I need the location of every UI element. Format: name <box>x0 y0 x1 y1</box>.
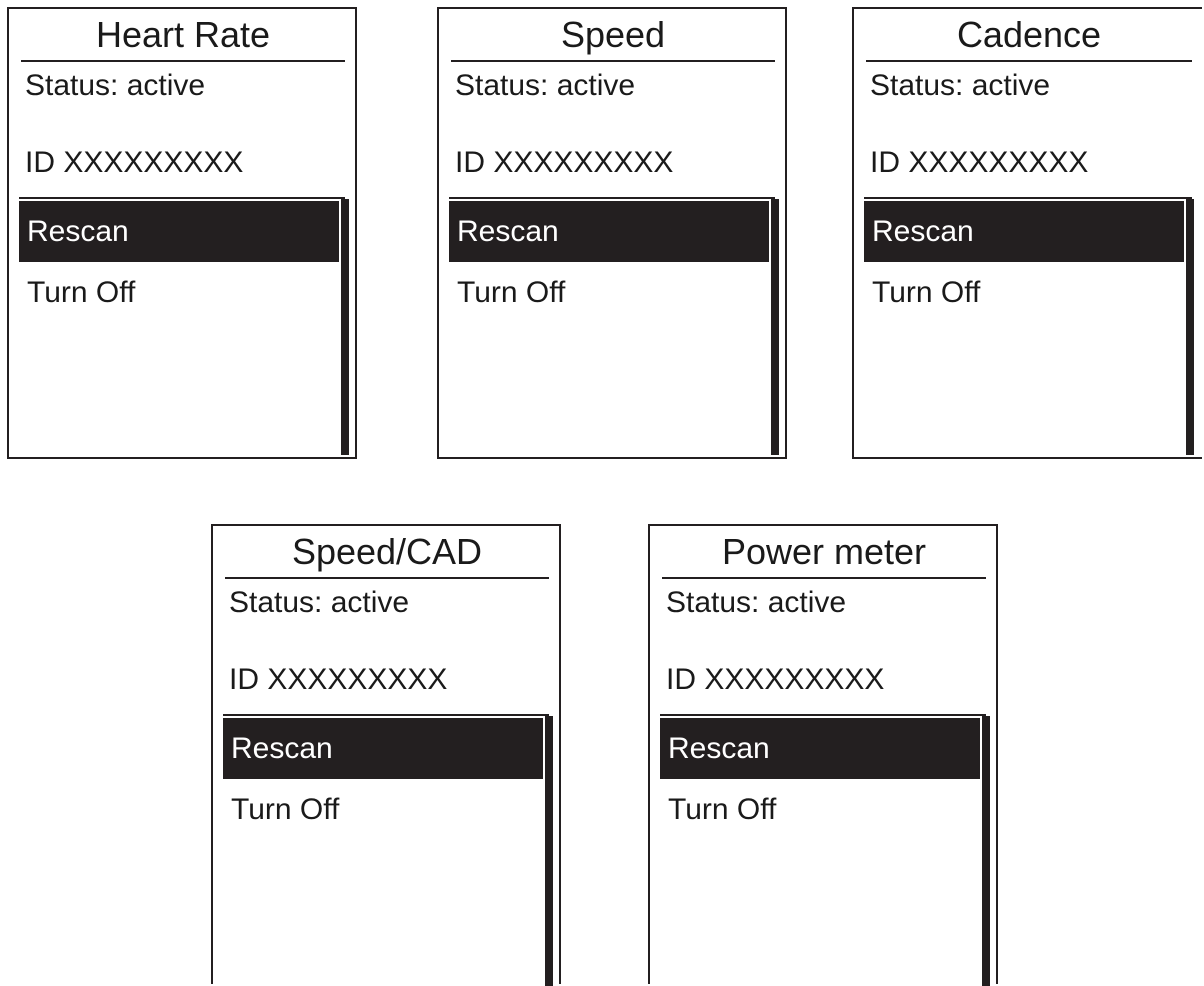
sensor-status: Status: active <box>455 69 636 102</box>
sensor-status: Status: active <box>870 69 1051 102</box>
sensor-status: Status: active <box>25 69 206 102</box>
sensor-screen-cadence: Cadence Status: active ID XXXXXXXXX Resc… <box>852 7 1202 459</box>
sensor-id: ID XXXXXXXXX <box>666 663 885 696</box>
screen-title: Speed/CAD <box>225 531 549 579</box>
sensor-id: ID XXXXXXXXX <box>25 146 244 179</box>
sensor-status: Status: active <box>229 586 410 619</box>
screen-title: Heart Rate <box>21 14 345 62</box>
scrollbar[interactable] <box>982 716 990 986</box>
rescan-menu-item[interactable]: Rescan <box>19 201 339 262</box>
divider <box>449 197 775 199</box>
sensor-status: Status: active <box>666 586 847 619</box>
turn-off-menu-item[interactable]: Turn Off <box>449 262 769 323</box>
divider <box>19 197 345 199</box>
sensor-screen-speed-cad: Speed/CAD Status: active ID XXXXXXXXX Re… <box>211 524 561 986</box>
screen-title: Power meter <box>662 531 986 579</box>
scrollbar-thumb[interactable] <box>546 717 552 985</box>
sensor-screen-heart-rate: Heart Rate Status: active ID XXXXXXXXX R… <box>7 7 357 459</box>
turn-off-menu-item[interactable]: Turn Off <box>864 262 1184 323</box>
scrollbar-thumb[interactable] <box>1187 200 1193 454</box>
scrollbar[interactable] <box>341 199 349 455</box>
turn-off-menu-item[interactable]: Turn Off <box>223 779 543 840</box>
scrollbar[interactable] <box>1186 199 1194 455</box>
rescan-menu-item[interactable]: Rescan <box>864 201 1184 262</box>
scrollbar-thumb[interactable] <box>983 717 989 985</box>
sensor-id: ID XXXXXXXXX <box>455 146 674 179</box>
screen-title: Cadence <box>866 14 1192 62</box>
scrollbar-thumb[interactable] <box>342 200 348 454</box>
scrollbar-thumb[interactable] <box>772 200 778 454</box>
sensor-screen-power-meter: Power meter Status: active ID XXXXXXXXX … <box>648 524 998 986</box>
sensor-id: ID XXXXXXXXX <box>229 663 448 696</box>
divider <box>223 714 549 716</box>
divider <box>660 714 986 716</box>
rescan-menu-item[interactable]: Rescan <box>223 718 543 779</box>
sensor-screen-speed: Speed Status: active ID XXXXXXXXX Rescan… <box>437 7 787 459</box>
turn-off-menu-item[interactable]: Turn Off <box>19 262 339 323</box>
rescan-menu-item[interactable]: Rescan <box>449 201 769 262</box>
turn-off-menu-item[interactable]: Turn Off <box>660 779 980 840</box>
sensor-id: ID XXXXXXXXX <box>870 146 1089 179</box>
scrollbar[interactable] <box>771 199 779 455</box>
rescan-menu-item[interactable]: Rescan <box>660 718 980 779</box>
scrollbar[interactable] <box>545 716 553 986</box>
screen-title: Speed <box>451 14 775 62</box>
divider <box>864 197 1192 199</box>
